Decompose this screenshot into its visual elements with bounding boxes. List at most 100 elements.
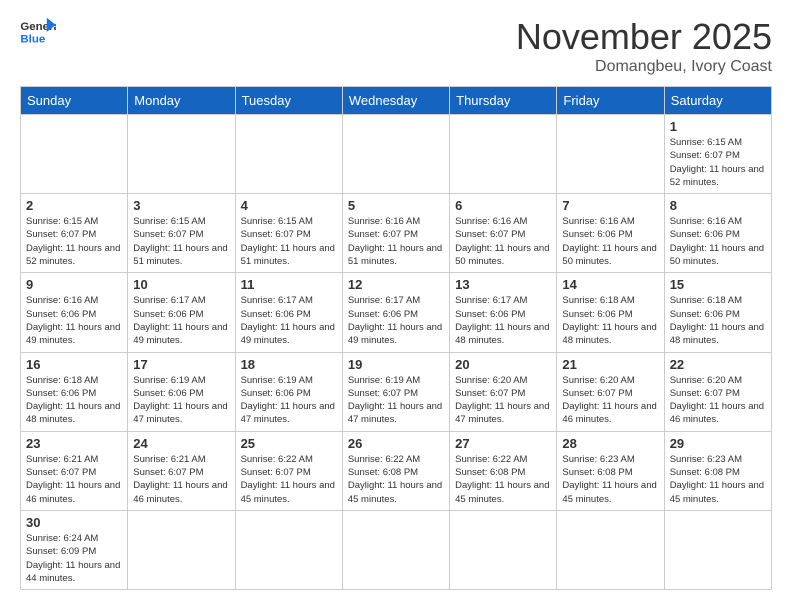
day-number: 22 bbox=[670, 357, 766, 372]
calendar-week-2: 9Sunrise: 6:16 AM Sunset: 6:06 PM Daylig… bbox=[21, 273, 772, 352]
day-number: 30 bbox=[26, 515, 122, 530]
day-number: 15 bbox=[670, 277, 766, 292]
calendar-cell: 5Sunrise: 6:16 AM Sunset: 6:07 PM Daylig… bbox=[342, 194, 449, 273]
logo: General Blue bbox=[20, 16, 56, 46]
day-info: Sunrise: 6:21 AM Sunset: 6:07 PM Dayligh… bbox=[26, 453, 122, 506]
col-tuesday: Tuesday bbox=[235, 87, 342, 115]
day-info: Sunrise: 6:22 AM Sunset: 6:08 PM Dayligh… bbox=[455, 453, 551, 506]
calendar-cell: 21Sunrise: 6:20 AM Sunset: 6:07 PM Dayli… bbox=[557, 352, 664, 431]
day-number: 14 bbox=[562, 277, 658, 292]
day-number: 9 bbox=[26, 277, 122, 292]
calendar-week-4: 23 Sunrise: 6:21 AM Sunset: 6:07 PM Dayli… bbox=[21, 431, 772, 510]
day-info: Sunrise: 6:15 AM Sunset: 6:07 PM Dayligh… bbox=[26, 215, 122, 268]
day-info: Sunrise: 6:16 AM Sunset: 6:06 PM Dayligh… bbox=[562, 215, 658, 268]
calendar: Sunday Monday Tuesday Wednesday Thursday… bbox=[20, 86, 772, 590]
month-title: November 2025 bbox=[516, 16, 772, 58]
day-number: 10 bbox=[133, 277, 229, 292]
calendar-cell bbox=[21, 115, 128, 194]
day-info: Sunrise: 6:17 AM Sunset: 6:06 PM Dayligh… bbox=[241, 294, 337, 347]
calendar-cell: 28 Sunrise: 6:23 AM Sunset: 6:08 PM Dayli… bbox=[557, 431, 664, 510]
day-info: Sunrise: 6:19 AM Sunset: 6:07 PM Dayligh… bbox=[348, 374, 444, 427]
calendar-cell: 11 Sunrise: 6:17 AM Sunset: 6:06 PM Dayli… bbox=[235, 273, 342, 352]
day-number: 7 bbox=[562, 198, 658, 213]
day-number: 6 bbox=[455, 198, 551, 213]
title-block: November 2025 Domangbeu, Ivory Coast bbox=[516, 16, 772, 76]
col-thursday: Thursday bbox=[450, 87, 557, 115]
svg-text:Blue: Blue bbox=[20, 33, 45, 45]
calendar-cell: 8Sunrise: 6:16 AM Sunset: 6:06 PM Daylig… bbox=[664, 194, 771, 273]
calendar-cell: 3 Sunrise: 6:15 AM Sunset: 6:07 PM Daylig… bbox=[128, 194, 235, 273]
day-info: Sunrise: 6:24 AM Sunset: 6:09 PM Dayligh… bbox=[26, 532, 122, 585]
day-number: 28 bbox=[562, 436, 658, 451]
calendar-cell: 13Sunrise: 6:17 AM Sunset: 6:06 PM Dayli… bbox=[450, 273, 557, 352]
day-number: 3 bbox=[133, 198, 229, 213]
calendar-cell: 2 Sunrise: 6:15 AM Sunset: 6:07 PM Daylig… bbox=[21, 194, 128, 273]
day-number: 21 bbox=[562, 357, 658, 372]
day-info: Sunrise: 6:20 AM Sunset: 6:07 PM Dayligh… bbox=[670, 374, 766, 427]
header: General Blue November 2025 Domangbeu, Iv… bbox=[20, 16, 772, 76]
header-row: Sunday Monday Tuesday Wednesday Thursday… bbox=[21, 87, 772, 115]
calendar-cell: 19 Sunrise: 6:19 AM Sunset: 6:07 PM Dayli… bbox=[342, 352, 449, 431]
calendar-cell: 4Sunrise: 6:15 AM Sunset: 6:07 PM Daylig… bbox=[235, 194, 342, 273]
day-info: Sunrise: 6:20 AM Sunset: 6:07 PM Dayligh… bbox=[455, 374, 551, 427]
calendar-cell: 20 Sunrise: 6:20 AM Sunset: 6:07 PM Dayli… bbox=[450, 352, 557, 431]
calendar-cell bbox=[235, 115, 342, 194]
day-number: 20 bbox=[455, 357, 551, 372]
day-number: 18 bbox=[241, 357, 337, 372]
day-number: 1 bbox=[670, 119, 766, 134]
calendar-week-0: 1 Sunrise: 6:15 AM Sunset: 6:07 PM Daylig… bbox=[21, 115, 772, 194]
subtitle: Domangbeu, Ivory Coast bbox=[516, 58, 772, 76]
col-wednesday: Wednesday bbox=[342, 87, 449, 115]
day-info: Sunrise: 6:17 AM Sunset: 6:06 PM Dayligh… bbox=[133, 294, 229, 347]
col-saturday: Saturday bbox=[664, 87, 771, 115]
day-number: 27 bbox=[455, 436, 551, 451]
day-info: Sunrise: 6:22 AM Sunset: 6:08 PM Dayligh… bbox=[348, 453, 444, 506]
calendar-cell bbox=[557, 510, 664, 589]
calendar-cell bbox=[450, 115, 557, 194]
calendar-cell: 1 Sunrise: 6:15 AM Sunset: 6:07 PM Daylig… bbox=[664, 115, 771, 194]
page: General Blue November 2025 Domangbeu, Iv… bbox=[0, 0, 792, 610]
day-number: 25 bbox=[241, 436, 337, 451]
day-number: 19 bbox=[348, 357, 444, 372]
calendar-cell: 23 Sunrise: 6:21 AM Sunset: 6:07 PM Dayli… bbox=[21, 431, 128, 510]
day-info: Sunrise: 6:16 AM Sunset: 6:07 PM Dayligh… bbox=[455, 215, 551, 268]
day-number: 26 bbox=[348, 436, 444, 451]
day-info: Sunrise: 6:15 AM Sunset: 6:07 PM Dayligh… bbox=[133, 215, 229, 268]
day-info: Sunrise: 6:19 AM Sunset: 6:06 PM Dayligh… bbox=[241, 374, 337, 427]
day-info: Sunrise: 6:23 AM Sunset: 6:08 PM Dayligh… bbox=[562, 453, 658, 506]
calendar-cell bbox=[557, 115, 664, 194]
calendar-cell: 24Sunrise: 6:21 AM Sunset: 6:07 PM Dayli… bbox=[128, 431, 235, 510]
day-info: Sunrise: 6:16 AM Sunset: 6:07 PM Dayligh… bbox=[348, 215, 444, 268]
day-info: Sunrise: 6:17 AM Sunset: 6:06 PM Dayligh… bbox=[455, 294, 551, 347]
day-info: Sunrise: 6:22 AM Sunset: 6:07 PM Dayligh… bbox=[241, 453, 337, 506]
calendar-week-5: 30 Sunrise: 6:24 AM Sunset: 6:09 PM Dayli… bbox=[21, 510, 772, 589]
calendar-cell: 29 Sunrise: 6:23 AM Sunset: 6:08 PM Dayli… bbox=[664, 431, 771, 510]
calendar-cell bbox=[342, 510, 449, 589]
day-number: 11 bbox=[241, 277, 337, 292]
col-monday: Monday bbox=[128, 87, 235, 115]
calendar-cell bbox=[450, 510, 557, 589]
calendar-cell: 26 Sunrise: 6:22 AM Sunset: 6:08 PM Dayli… bbox=[342, 431, 449, 510]
calendar-cell: 14 Sunrise: 6:18 AM Sunset: 6:06 PM Dayli… bbox=[557, 273, 664, 352]
day-number: 29 bbox=[670, 436, 766, 451]
day-number: 4 bbox=[241, 198, 337, 213]
day-info: Sunrise: 6:17 AM Sunset: 6:06 PM Dayligh… bbox=[348, 294, 444, 347]
day-info: Sunrise: 6:18 AM Sunset: 6:06 PM Dayligh… bbox=[562, 294, 658, 347]
day-number: 23 bbox=[26, 436, 122, 451]
day-number: 2 bbox=[26, 198, 122, 213]
day-number: 16 bbox=[26, 357, 122, 372]
day-info: Sunrise: 6:23 AM Sunset: 6:08 PM Dayligh… bbox=[670, 453, 766, 506]
calendar-cell: 9Sunrise: 6:16 AM Sunset: 6:06 PM Daylig… bbox=[21, 273, 128, 352]
calendar-cell: 12 Sunrise: 6:17 AM Sunset: 6:06 PM Dayli… bbox=[342, 273, 449, 352]
day-number: 12 bbox=[348, 277, 444, 292]
calendar-cell: 16Sunrise: 6:18 AM Sunset: 6:06 PM Dayli… bbox=[21, 352, 128, 431]
calendar-cell: 6 Sunrise: 6:16 AM Sunset: 6:07 PM Daylig… bbox=[450, 194, 557, 273]
calendar-cell: 18 Sunrise: 6:19 AM Sunset: 6:06 PM Dayli… bbox=[235, 352, 342, 431]
day-info: Sunrise: 6:16 AM Sunset: 6:06 PM Dayligh… bbox=[670, 215, 766, 268]
calendar-cell: 17Sunrise: 6:19 AM Sunset: 6:06 PM Dayli… bbox=[128, 352, 235, 431]
calendar-cell: 25 Sunrise: 6:22 AM Sunset: 6:07 PM Dayli… bbox=[235, 431, 342, 510]
calendar-cell: 10 Sunrise: 6:17 AM Sunset: 6:06 PM Dayli… bbox=[128, 273, 235, 352]
calendar-week-3: 16Sunrise: 6:18 AM Sunset: 6:06 PM Dayli… bbox=[21, 352, 772, 431]
day-info: Sunrise: 6:15 AM Sunset: 6:07 PM Dayligh… bbox=[670, 136, 766, 189]
logo-icon: General Blue bbox=[20, 16, 56, 46]
